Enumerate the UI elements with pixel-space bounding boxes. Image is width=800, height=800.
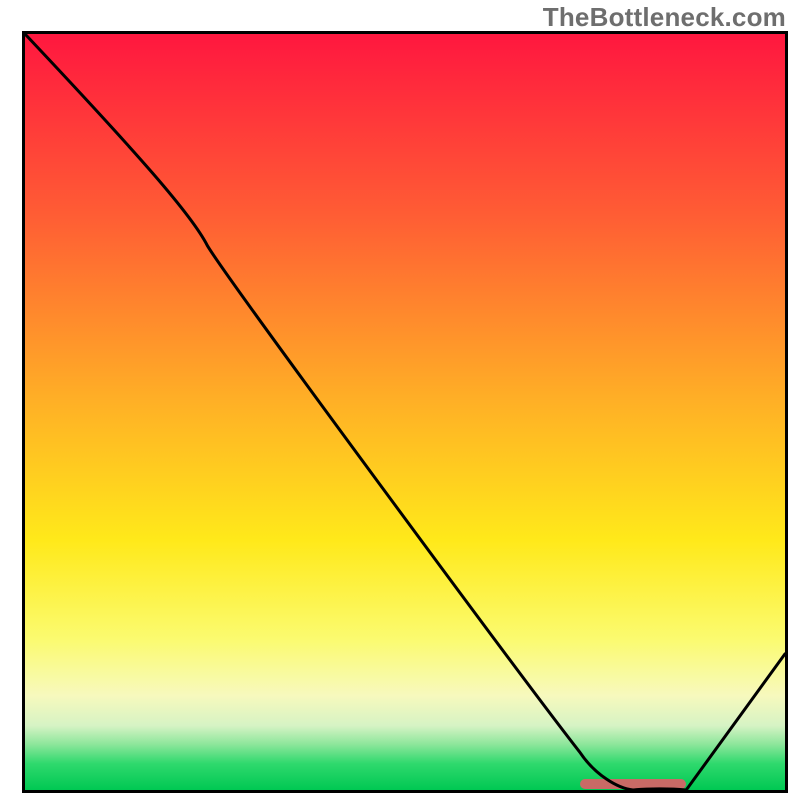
bottleneck-curve: [25, 34, 785, 790]
chart-stage: TheBottleneck.com: [0, 0, 800, 800]
watermark-text: TheBottleneck.com: [543, 2, 786, 33]
curve-svg: [22, 31, 788, 793]
plot-area: [22, 31, 788, 793]
